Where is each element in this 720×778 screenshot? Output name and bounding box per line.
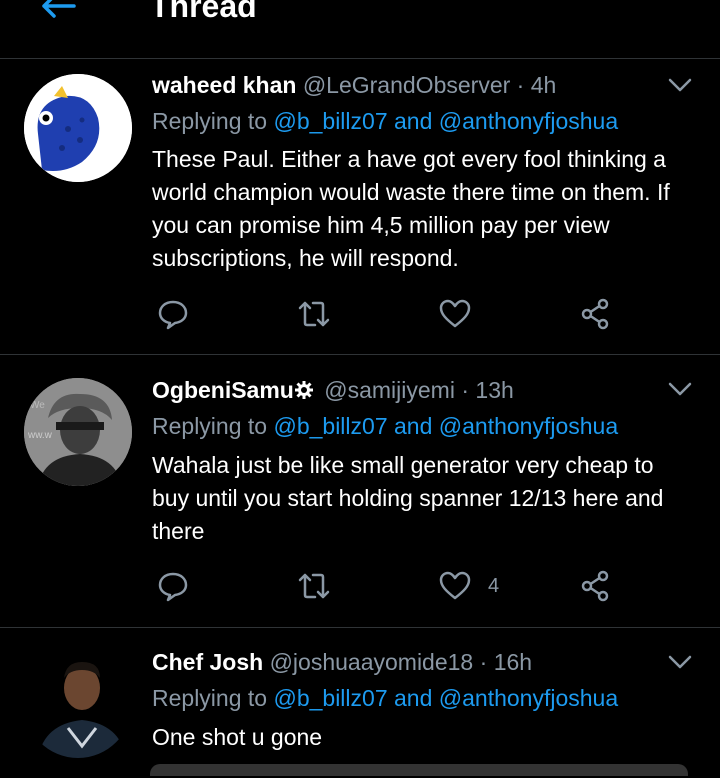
chevron-down-icon[interactable] — [666, 71, 694, 99]
retweet-button[interactable] — [297, 566, 331, 606]
tweet-text: Wahala just be like small generator very… — [152, 452, 664, 544]
retweet-icon — [298, 301, 330, 327]
author-name[interactable]: OgbeniSamu — [152, 377, 294, 403]
tweet-meta: waheed khan @LeGrandObserver · 4h — [152, 71, 556, 99]
mention-link[interactable]: @b_billz07 — [273, 413, 387, 439]
separator-dot: · — [479, 649, 488, 675]
replying-to: Replying to @b_billz07 and @anthonyfjosh… — [152, 107, 618, 135]
chevron-down-icon[interactable] — [666, 648, 694, 676]
share-icon — [581, 570, 609, 602]
svg-text:ww.w: ww.w — [27, 430, 53, 441]
back-arrow-icon[interactable] — [38, 0, 78, 20]
mention-link[interactable]: @anthonyfjoshua — [439, 413, 618, 439]
chevron-down-icon[interactable] — [666, 375, 694, 403]
author-handle[interactable]: @joshuaayomide18 — [270, 649, 474, 675]
reply-button[interactable] — [156, 566, 190, 606]
reply-icon — [158, 572, 188, 602]
svg-text:We: We — [30, 400, 45, 411]
tweet-time: 13h — [475, 377, 514, 403]
separator-dot: · — [461, 377, 470, 403]
like-count: 4 — [488, 574, 500, 597]
person-avatar-image — [24, 650, 132, 758]
author-handle[interactable]: @LeGrandObserver — [303, 72, 510, 98]
replying-prefix: Replying to — [152, 685, 268, 711]
tweet-actions — [152, 294, 622, 334]
gear-badge-icon — [294, 381, 313, 399]
mention-link[interactable]: @b_billz07 — [273, 685, 387, 711]
like-button[interactable] — [438, 294, 488, 334]
retweet-icon — [298, 573, 330, 599]
person-avatar-image: We ww.w — [24, 378, 132, 486]
tweet[interactable]: Chef Josh @joshuaayomide18 · 16h Replyin… — [0, 628, 720, 778]
tweet[interactable]: waheed khan @LeGrandObserver · 4h Replyi… — [0, 59, 720, 355]
replying-to: Replying to @b_billz07 and @anthonyfjosh… — [152, 684, 618, 712]
author-name[interactable]: waheed khan — [152, 72, 296, 98]
like-icon — [439, 299, 471, 328]
mention-link[interactable]: @anthonyfjoshua — [439, 108, 618, 134]
retweet-button[interactable] — [297, 294, 331, 334]
author-handle[interactable]: @samijiyemi — [324, 377, 455, 403]
avatar[interactable]: We ww.w — [24, 378, 132, 486]
tweet-meta: Chef Josh @joshuaayomide18 · 16h — [152, 648, 532, 676]
like-button[interactable]: 4 — [438, 566, 499, 606]
author-name[interactable]: Chef Josh — [152, 649, 263, 675]
bird-avatar-image — [24, 74, 132, 182]
tweet-text: These Paul. Either a have got every fool… — [152, 146, 670, 271]
tweet-meta: OgbeniSamu @samijiyemi · 13h — [152, 376, 514, 404]
like-icon — [439, 571, 471, 600]
share-icon — [581, 298, 609, 330]
separator-dot: · — [516, 72, 525, 98]
mention-link[interactable]: @b_billz07 — [273, 108, 387, 134]
page-title: Thread — [150, 0, 257, 24]
mention-link[interactable]: @anthonyfjoshua — [439, 685, 618, 711]
replying-and: and — [394, 413, 433, 439]
tweet[interactable]: We ww.w OgbeniSamu @samijiyemi · 13h Rep… — [0, 355, 720, 628]
reply-icon — [158, 300, 188, 330]
tweet-time: 16h — [493, 649, 533, 675]
share-button[interactable] — [578, 294, 612, 334]
share-button[interactable] — [578, 566, 612, 606]
replying-and: and — [394, 685, 433, 711]
replying-prefix: Replying to — [152, 108, 268, 134]
avatar[interactable] — [24, 74, 132, 182]
replying-to: Replying to @b_billz07 and @anthonyfjosh… — [152, 412, 618, 440]
reply-button[interactable] — [156, 294, 190, 334]
tweet-time: 4h — [530, 72, 557, 98]
tweet-text: One shot u gone — [152, 724, 323, 750]
thread-header: Thread — [0, 0, 720, 59]
avatar[interactable] — [24, 650, 132, 758]
replying-and: and — [394, 108, 433, 134]
tweet-actions: 4 — [152, 566, 622, 606]
replying-prefix: Replying to — [152, 413, 268, 439]
media-preview[interactable] — [150, 764, 688, 776]
